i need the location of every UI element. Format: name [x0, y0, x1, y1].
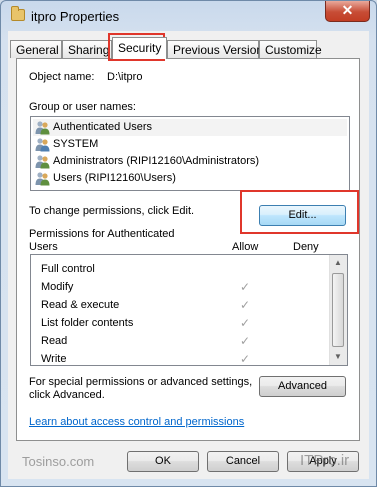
list-item[interactable]: Administrators (RIPI12160\Administrators…: [33, 153, 347, 170]
users-group-icon: [35, 138, 50, 152]
special-permissions-text-line1: For special permissions or advanced sett…: [29, 376, 253, 388]
list-item[interactable]: SYSTEM: [33, 136, 347, 153]
allow-column-header: Allow: [232, 241, 259, 253]
advanced-button[interactable]: Advanced: [259, 376, 346, 397]
permission-name: Modify: [41, 281, 74, 293]
users-group-icon: [35, 155, 50, 169]
permissions-scrollbar[interactable]: ▲ ▼: [329, 255, 347, 365]
permission-name: Read: [41, 335, 68, 347]
allow-check-icon: ✓: [240, 334, 251, 348]
change-permissions-text: To change permissions, click Edit.: [29, 205, 195, 217]
permission-row: Write: [41, 350, 67, 365]
permission-row: Read: [41, 332, 67, 350]
cancel-button[interactable]: Cancel: [207, 451, 279, 472]
window-title: itpro Properties: [31, 9, 120, 24]
user-name: Users (RIPI12160\Users): [53, 172, 176, 184]
close-button[interactable]: ✕: [325, 1, 370, 22]
watermark-left: Tosinso.com: [22, 454, 95, 469]
permission-row: Modify: [41, 278, 73, 296]
tab-general[interactable]: General: [10, 40, 62, 58]
ok-button[interactable]: OK: [127, 451, 199, 472]
permission-name: Full control: [41, 263, 95, 275]
allow-check-icon: ✓: [240, 280, 251, 294]
highlight-edit-button: [240, 190, 359, 234]
object-name-label: Object name:: [29, 71, 95, 83]
list-item[interactable]: Users (RIPI12160\Users): [33, 170, 347, 187]
deny-column-header: Deny: [293, 241, 319, 253]
scrollbar-thumb[interactable]: [332, 273, 344, 347]
permission-row: Full control: [41, 260, 95, 278]
tab-customize[interactable]: Customize: [259, 40, 322, 58]
group-names-label: Group or user names:: [29, 101, 136, 113]
watermark-right: ITPro.ir: [300, 452, 350, 469]
user-name: Administrators (RIPI12160\Administrators…: [53, 155, 260, 167]
special-permissions-text-line2: click Advanced.: [29, 389, 105, 401]
allow-check-icon: ✓: [240, 316, 251, 330]
list-item[interactable]: Authenticated Users: [33, 119, 347, 136]
users-group-icon: [35, 172, 50, 186]
permissions-list[interactable]: Full control Modify Read & execute List …: [30, 254, 348, 366]
permissions-header-line1: Permissions for Authenticated: [29, 228, 175, 240]
group-user-list[interactable]: Authenticated Users SYSTEM Administrator…: [30, 116, 350, 191]
learn-more-link[interactable]: Learn about access control and permissio…: [29, 416, 244, 428]
permissions-header-line2: Users: [29, 241, 58, 253]
permission-name: Read & execute: [41, 299, 120, 311]
permission-name: List folder contents: [41, 317, 134, 329]
users-group-icon: [35, 121, 50, 135]
permission-name: Write: [41, 353, 67, 365]
permission-row: List folder contents: [41, 314, 133, 332]
object-name-value: D:\itpro: [107, 71, 143, 83]
scroll-up-arrow-icon[interactable]: ▲: [330, 255, 346, 271]
allow-check-icon: ✓: [240, 352, 251, 366]
tab-previous-versions[interactable]: Previous Versions: [167, 40, 269, 58]
user-name: SYSTEM: [53, 138, 99, 150]
allow-check-icon: ✓: [240, 298, 251, 312]
user-name: Authenticated Users: [53, 121, 153, 133]
tab-security[interactable]: Security: [112, 37, 167, 59]
permission-row: Read & execute: [41, 296, 119, 314]
tab-sharing[interactable]: Sharing: [62, 40, 112, 58]
scroll-down-arrow-icon[interactable]: ▼: [330, 349, 346, 365]
folder-icon: [11, 6, 25, 21]
